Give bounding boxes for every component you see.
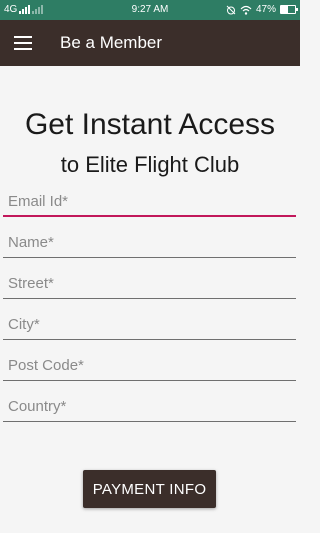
status-bar-right: 47% [226,4,298,15]
alarm-off-icon [226,5,236,14]
city-field[interactable] [3,310,296,340]
battery-icon [280,5,298,14]
hamburger-menu-icon[interactable] [14,36,32,50]
wifi-icon [240,5,252,15]
street-field[interactable] [3,269,296,299]
country-field[interactable] [3,392,296,422]
name-field[interactable] [3,228,296,258]
headline-title: Get Instant Access [24,108,276,141]
battery-fill [281,6,288,13]
post-code-field[interactable] [3,351,296,381]
headline-subtitle: to Elite Flight Club [60,152,240,177]
app-title: Be a Member [60,33,163,52]
battery-percent: 47% [255,4,276,15]
status-bar: 4G 9:27 AM 47% [0,0,300,20]
payment-info-button[interactable]: PAYMENT INFO [83,470,216,508]
email-field[interactable] [3,187,296,217]
app-bar: Be a Member [0,20,300,66]
